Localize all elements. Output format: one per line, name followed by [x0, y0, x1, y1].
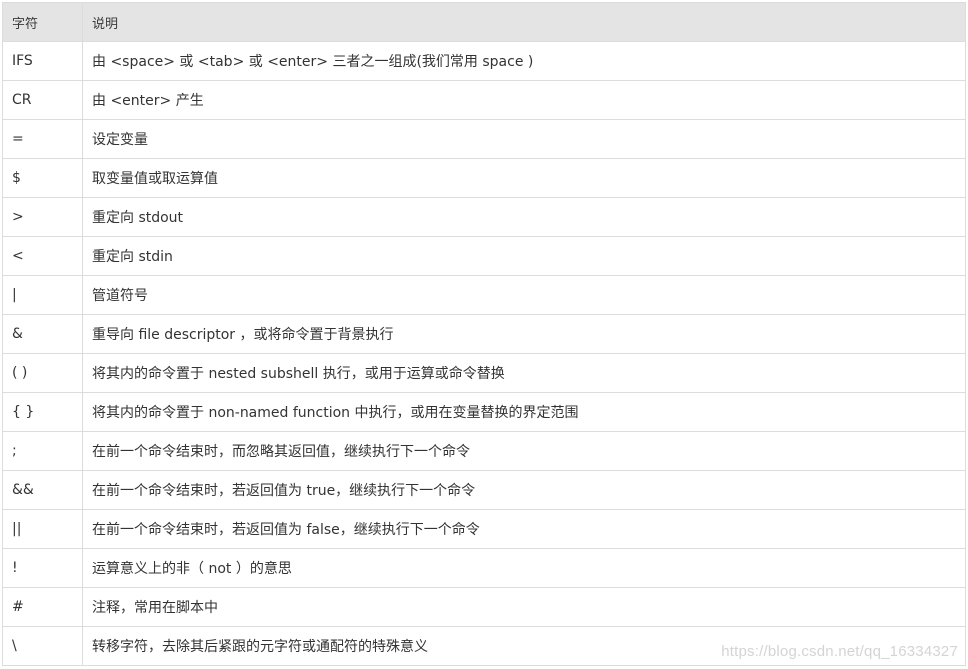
- character-cell: !: [2, 548, 83, 588]
- shell-special-characters-table: 字符 说明 IFS 由 <space> 或 <tab> 或 <enter> 三者…: [2, 2, 966, 666]
- table-row: & 重导向 file descriptor ，或将命令置于背景执行: [2, 314, 966, 354]
- description-cell: 由 <enter> 产生: [82, 80, 966, 120]
- character-cell: >: [2, 197, 83, 237]
- description-cell: 设定变量: [82, 119, 966, 159]
- description-cell: 重定向 stdout: [82, 197, 966, 237]
- description-cell: 将其内的命令置于 non-named function 中执行，或用在变量替换的…: [82, 392, 966, 432]
- table-row: IFS 由 <space> 或 <tab> 或 <enter> 三者之一组成(我…: [2, 41, 966, 81]
- description-cell: 由 <space> 或 <tab> 或 <enter> 三者之一组成(我们常用 …: [82, 41, 966, 81]
- character-cell: ;: [2, 431, 83, 471]
- table-row: || 在前一个命令结束时，若返回值为 false，继续执行下一个命令: [2, 509, 966, 549]
- description-cell: 将其内的命令置于 nested subshell 执行，或用于运算或命令替换: [82, 353, 966, 393]
- description-cell: 在前一个命令结束时，若返回值为 false，继续执行下一个命令: [82, 509, 966, 549]
- description-cell: 在前一个命令结束时，而忽略其返回值，继续执行下一个命令: [82, 431, 966, 471]
- table-row: | 管道符号: [2, 275, 966, 315]
- character-cell: { }: [2, 392, 83, 432]
- table-body: IFS 由 <space> 或 <tab> 或 <enter> 三者之一组成(我…: [2, 41, 966, 666]
- watermark-url: https://blog.csdn.net/qq_16334327: [721, 643, 958, 660]
- table-row: ( ) 将其内的命令置于 nested subshell 执行，或用于运算或命令…: [2, 353, 966, 393]
- table-row: > 重定向 stdout: [2, 197, 966, 237]
- header-description: 说明: [82, 2, 966, 42]
- character-cell: ||: [2, 509, 83, 549]
- character-cell: $: [2, 158, 83, 198]
- table-row: { } 将其内的命令置于 non-named function 中执行，或用在变…: [2, 392, 966, 432]
- description-cell: 重导向 file descriptor ，或将命令置于背景执行: [82, 314, 966, 354]
- character-cell: \: [2, 626, 83, 666]
- table-row: CR 由 <enter> 产生: [2, 80, 966, 120]
- table-header: 字符 说明: [2, 2, 966, 42]
- character-cell: &&: [2, 470, 83, 510]
- character-cell: #: [2, 587, 83, 627]
- header-character: 字符: [2, 2, 83, 42]
- table-row: $ 取变量值或取运算值: [2, 158, 966, 198]
- character-cell: ( ): [2, 353, 83, 393]
- character-cell: IFS: [2, 41, 83, 81]
- table-row: ! 运算意义上的非（ not ）的意思: [2, 548, 966, 588]
- character-cell: CR: [2, 80, 83, 120]
- description-cell: 运算意义上的非（ not ）的意思: [82, 548, 966, 588]
- character-cell: |: [2, 275, 83, 315]
- shell-special-characters-table-container: 字符 说明 IFS 由 <space> 或 <tab> 或 <enter> 三者…: [2, 2, 966, 666]
- description-cell: 在前一个命令结束时，若返回值为 true，继续执行下一个命令: [82, 470, 966, 510]
- description-cell: 重定向 stdin: [82, 236, 966, 276]
- character-cell: <: [2, 236, 83, 276]
- character-cell: &: [2, 314, 83, 354]
- description-cell: 注释，常用在脚本中: [82, 587, 966, 627]
- table-row: && 在前一个命令结束时，若返回值为 true，继续执行下一个命令: [2, 470, 966, 510]
- header-row: 字符 说明: [2, 2, 966, 42]
- table-row: = 设定变量: [2, 119, 966, 159]
- description-cell: 取变量值或取运算值: [82, 158, 966, 198]
- table-row: ; 在前一个命令结束时，而忽略其返回值，继续执行下一个命令: [2, 431, 966, 471]
- table-row: # 注释，常用在脚本中: [2, 587, 966, 627]
- character-cell: =: [2, 119, 83, 159]
- description-cell: 管道符号: [82, 275, 966, 315]
- table-row: < 重定向 stdin: [2, 236, 966, 276]
